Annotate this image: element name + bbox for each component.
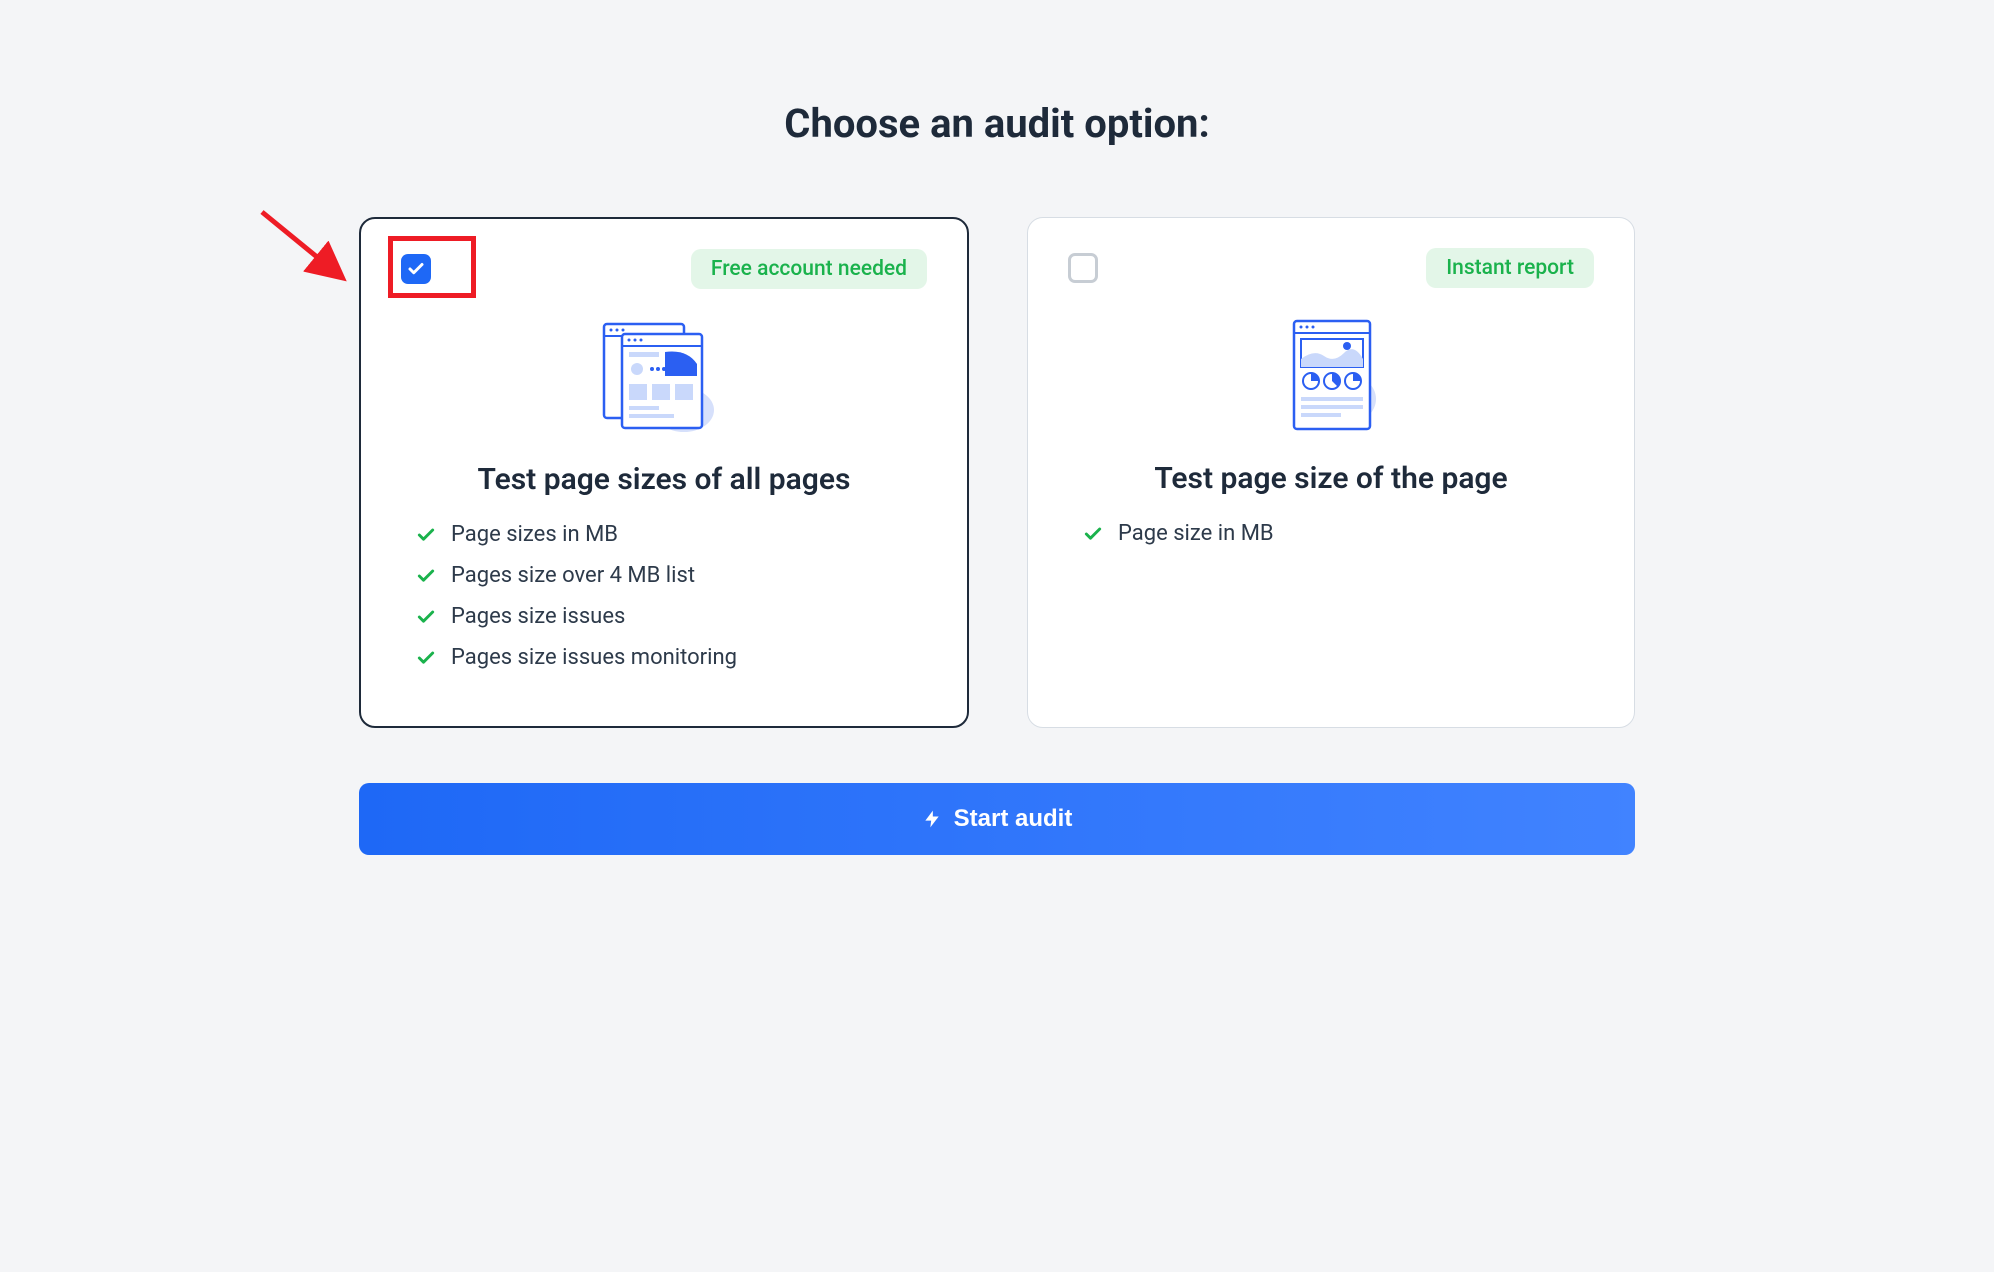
annotation-arrow-icon — [257, 207, 357, 297]
checkbox-unchecked[interactable] — [1068, 253, 1098, 283]
page-title: Choose an audit option: — [357, 100, 1637, 147]
list-item: Page sizes in MB — [401, 522, 927, 547]
cards-row: Free account needed — [357, 217, 1637, 728]
check-icon — [416, 525, 436, 545]
feature-list: Page size in MB — [1068, 521, 1594, 546]
lightning-icon — [922, 808, 942, 830]
check-icon — [416, 607, 436, 627]
feature-text: Pages size over 4 MB list — [451, 563, 695, 588]
audit-option-single-page[interactable]: Instant report — [1027, 217, 1635, 728]
check-icon — [1083, 524, 1103, 544]
feature-text: Page size in MB — [1118, 521, 1274, 546]
list-item: Pages size issues — [401, 604, 927, 629]
check-icon — [416, 566, 436, 586]
list-item: Pages size issues monitoring — [401, 645, 927, 670]
button-label: Start audit — [954, 805, 1073, 833]
badge-instant-report: Instant report — [1426, 248, 1594, 288]
check-icon — [407, 260, 425, 278]
feature-text: Page sizes in MB — [451, 522, 618, 547]
card-title: Test page sizes of all pages — [401, 462, 927, 497]
checkbox-checked[interactable] — [401, 254, 431, 284]
feature-text: Pages size issues — [451, 604, 625, 629]
start-audit-button[interactable]: Start audit — [359, 783, 1635, 855]
feature-text: Pages size issues monitoring — [451, 645, 737, 670]
illustration-single-page-icon — [1068, 316, 1594, 436]
check-icon — [416, 648, 436, 668]
audit-option-all-pages[interactable]: Free account needed — [359, 217, 969, 728]
illustration-multi-page-icon — [401, 317, 927, 437]
feature-list: Page sizes in MB Pages size over 4 MB li… — [401, 522, 927, 670]
list-item: Pages size over 4 MB list — [401, 563, 927, 588]
card-header: Instant report — [1068, 248, 1594, 288]
list-item: Page size in MB — [1068, 521, 1594, 546]
card-header: Free account needed — [401, 249, 927, 289]
badge-free-account: Free account needed — [691, 249, 927, 289]
card-title: Test page size of the page — [1068, 461, 1594, 496]
